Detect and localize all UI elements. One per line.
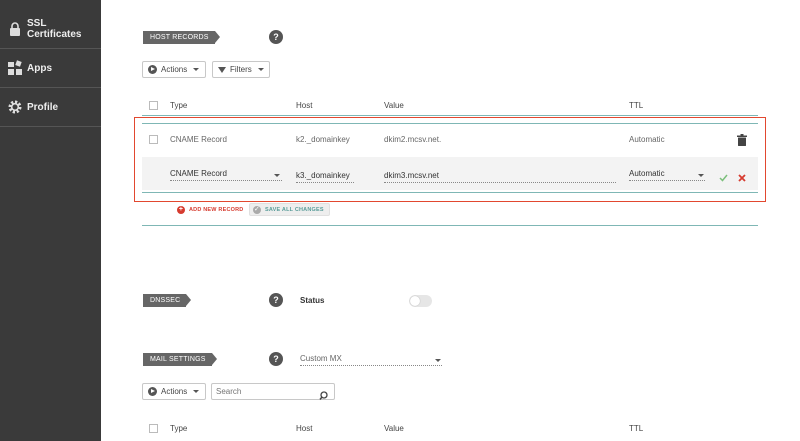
mail-actions-dropdown[interactable]: Actions (142, 383, 206, 400)
filter-icon (218, 66, 226, 73)
mail-column-type: Type (170, 424, 188, 433)
chevron-down-icon (193, 390, 200, 393)
record-host: k2._domainkey (296, 135, 350, 144)
sidebar: SSL Certificates Apps Profile (0, 0, 101, 441)
trash-icon[interactable] (737, 133, 747, 151)
row-divider-bottom (142, 192, 758, 193)
check-icon[interactable] (719, 169, 728, 187)
check-circle-icon: ✓ (253, 205, 261, 214)
dnssec-status-label: Status (300, 296, 325, 305)
column-value: Value (384, 101, 404, 110)
add-new-record-label: ADD NEW RECORD (189, 206, 244, 213)
type-select[interactable]: CNAME Record (170, 168, 282, 181)
value-input[interactable]: dkim3.mcsv.net (384, 170, 616, 183)
host-records-help-icon[interactable]: ? (269, 30, 283, 44)
actions-label: Actions (161, 387, 188, 396)
chevron-down-icon (193, 68, 200, 71)
apps-icon (7, 60, 23, 76)
play-circle-icon (148, 387, 157, 396)
play-circle-icon (148, 65, 157, 74)
dnssec-tag: DNSSEC (143, 294, 192, 307)
lock-icon (7, 21, 23, 37)
chevron-down-icon (274, 174, 280, 177)
actions-label: Actions (161, 65, 188, 74)
search-input[interactable] (212, 384, 312, 399)
mail-column-ttl: TTL (629, 424, 644, 433)
ttl-select[interactable]: Automatic (629, 168, 705, 181)
main-content: HOST RECORDS ? Actions Filters Type Host… (101, 0, 800, 441)
column-ttl: TTL (629, 101, 644, 110)
host-input[interactable]: k3._domainkey (296, 170, 354, 183)
column-type: Type (170, 101, 188, 110)
row-checkbox[interactable] (149, 135, 158, 144)
chevron-down-icon (435, 359, 441, 362)
column-host: Host (296, 101, 313, 110)
filters-dropdown[interactable]: Filters (212, 61, 270, 78)
sidebar-item-label: Profile (27, 101, 59, 113)
close-icon[interactable] (738, 169, 746, 187)
add-new-record-button[interactable]: + ADD NEW RECORD (174, 203, 248, 216)
select-all-checkbox[interactable] (149, 101, 158, 110)
row-divider-top (142, 123, 758, 124)
search-icon[interactable] (319, 387, 328, 405)
sidebar-item-profile[interactable]: Profile (0, 88, 101, 127)
host-records-tag: HOST RECORDS (143, 31, 220, 44)
gear-icon (7, 99, 23, 115)
record-value: dkim2.mcsv.net. (384, 135, 442, 144)
mail-column-value: Value (384, 424, 404, 433)
sidebar-item-ssl-certificates[interactable]: SSL Certificates (0, 10, 101, 49)
toggle-knob (410, 296, 420, 306)
sidebar-item-label: SSL Certificates (27, 18, 82, 40)
chevron-down-icon (257, 68, 264, 71)
plus-icon: + (177, 205, 185, 214)
mail-select-all-checkbox[interactable] (149, 424, 158, 433)
dnssec-toggle[interactable] (409, 295, 432, 307)
dnssec-help-icon[interactable]: ? (269, 293, 283, 307)
mail-settings-tag: MAIL SETTINGS (143, 353, 217, 366)
sidebar-item-apps[interactable]: Apps (0, 49, 101, 88)
sidebar-item-label: Apps (27, 62, 52, 74)
save-all-changes-label: SAVE ALL CHANGES (265, 206, 324, 213)
record-type: CNAME Record (170, 135, 227, 144)
mail-column-host: Host (296, 424, 313, 433)
filters-label: Filters (230, 65, 252, 74)
save-all-changes-button[interactable]: ✓ SAVE ALL CHANGES (249, 203, 330, 216)
header-divider (142, 115, 758, 116)
chevron-down-icon (698, 174, 704, 177)
mail-settings-help-icon[interactable]: ? (269, 352, 283, 366)
section-divider (142, 225, 758, 226)
actions-dropdown[interactable]: Actions (142, 61, 206, 78)
mail-search-box[interactable] (211, 383, 335, 400)
record-ttl: Automatic (629, 135, 665, 144)
mail-settings-select[interactable]: Custom MX (300, 353, 442, 366)
